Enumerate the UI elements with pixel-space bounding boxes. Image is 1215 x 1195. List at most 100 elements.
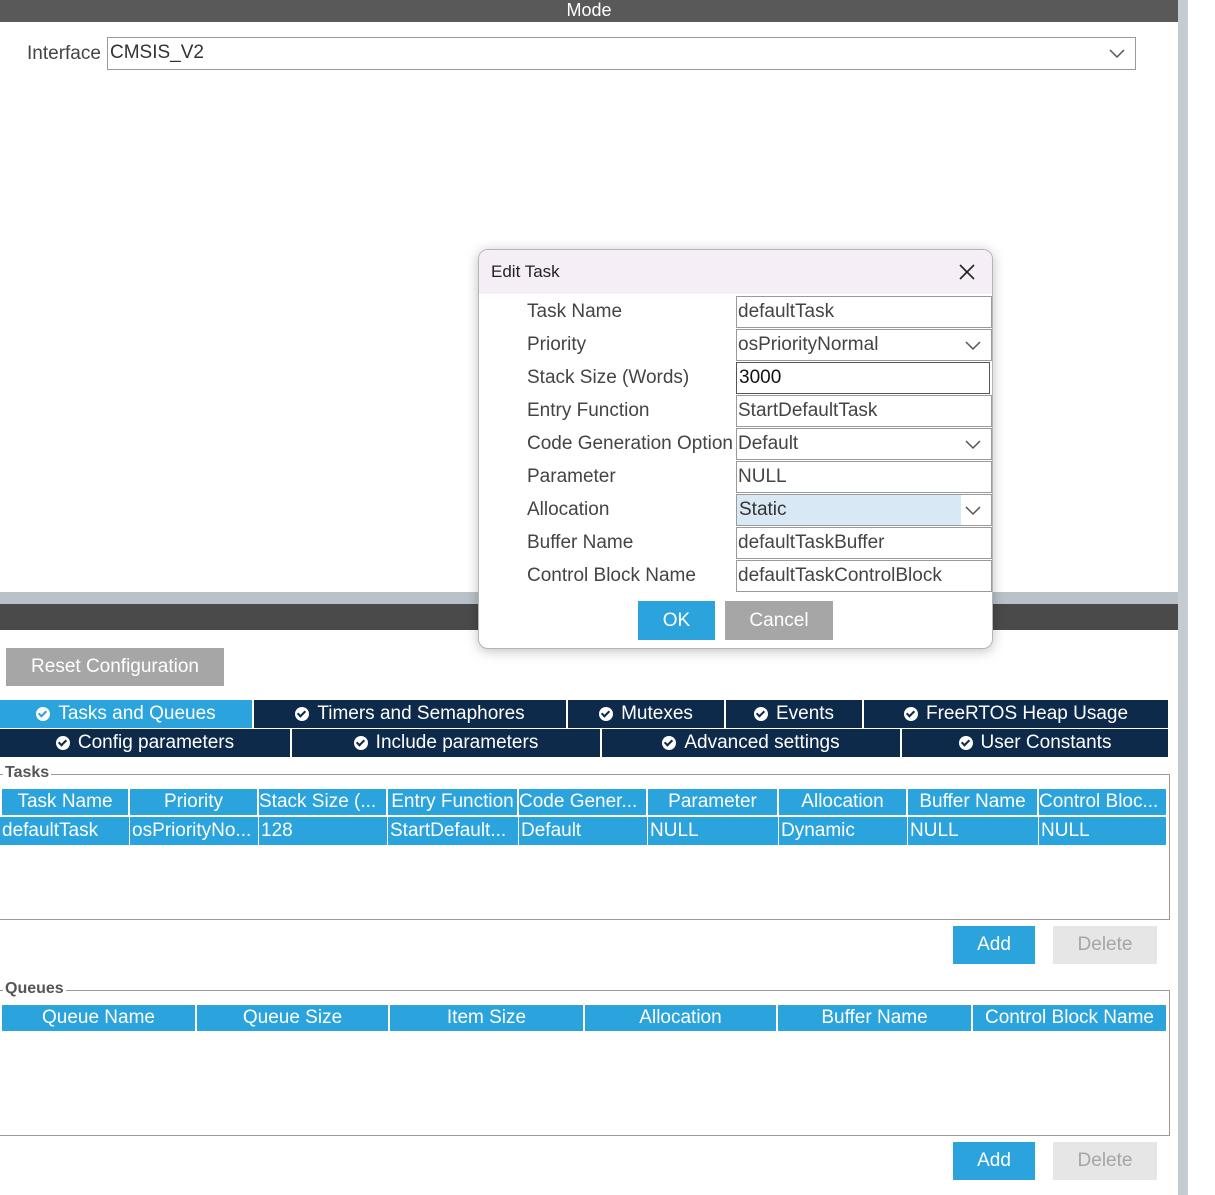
buffer-name-field[interactable]: defaultTaskBuffer — [736, 527, 992, 559]
entry-function-field[interactable]: StartDefaultTask — [736, 395, 992, 427]
parameter-label: Parameter — [527, 466, 616, 487]
tab-events[interactable]: Events — [726, 700, 864, 728]
entry-function-label: Entry Function — [527, 400, 650, 421]
chevron-down-icon — [965, 440, 981, 450]
queues-table-header: Queue Name Queue Size Item Size Allocati… — [2, 1005, 1166, 1031]
close-icon[interactable] — [959, 264, 975, 280]
stack-size-label: Stack Size (Words) — [527, 367, 690, 388]
tab-label: Timers and Semaphores — [317, 703, 525, 724]
tab-label: Advanced settings — [684, 732, 840, 753]
stack-size-field[interactable]: 3000 — [736, 362, 990, 394]
column-header[interactable]: Entry Function — [388, 789, 519, 815]
tab-label: Tasks and Queues — [58, 703, 216, 724]
column-header[interactable]: Queue Size — [197, 1005, 390, 1031]
tab-row-1: Tasks and Queues Timers and Semaphores M… — [0, 700, 1170, 728]
column-header[interactable]: Control Bloc... — [1039, 789, 1166, 815]
table-cell: StartDefault... — [388, 817, 519, 845]
tab-label: Mutexes — [621, 703, 693, 724]
tasks-table-header: Task Name Priority Stack Size (... Entry… — [2, 789, 1166, 815]
dialog-title: Edit Task — [491, 262, 560, 281]
column-header[interactable]: Allocation — [585, 1005, 778, 1031]
delete-task-button[interactable]: Delete — [1053, 926, 1157, 964]
tab-advanced-settings[interactable]: Advanced settings — [602, 729, 902, 757]
interface-select[interactable]: CMSIS_V2 — [107, 37, 1136, 70]
interface-label: Interface — [27, 43, 101, 64]
table-cell: osPriorityNo... — [130, 817, 259, 845]
code-generation-option-select[interactable]: Default — [736, 428, 992, 460]
table-cell: Dynamic — [779, 817, 908, 845]
table-cell: Default — [519, 817, 648, 845]
chevron-down-icon — [965, 506, 981, 516]
column-header[interactable]: Queue Name — [2, 1005, 197, 1031]
priority-value: osPriorityNormal — [738, 334, 879, 355]
delete-queue-button[interactable]: Delete — [1053, 1142, 1157, 1180]
add-task-button[interactable]: Add — [953, 926, 1035, 964]
control-block-name-field[interactable]: defaultTaskControlBlock — [736, 560, 992, 592]
tab-include-parameters[interactable]: Include parameters — [292, 729, 602, 757]
tab-label: Events — [775, 703, 835, 724]
reset-configuration-button[interactable]: Reset Configuration — [6, 648, 224, 686]
check-circle-icon — [599, 707, 614, 721]
column-header[interactable]: Parameter — [648, 789, 779, 815]
allocation-select[interactable]: Static — [736, 494, 992, 526]
column-header[interactable]: Priority — [130, 789, 259, 815]
interface-value: CMSIS_V2 — [110, 42, 204, 63]
add-queue-button[interactable]: Add — [953, 1142, 1035, 1180]
priority-label: Priority — [527, 334, 587, 355]
table-cell: NULL — [908, 817, 1039, 845]
allocation-label: Allocation — [527, 499, 610, 520]
check-circle-icon — [903, 707, 918, 721]
column-header[interactable]: Task Name — [2, 789, 130, 815]
tab-config-parameters[interactable]: Config parameters — [0, 729, 292, 757]
chevron-down-icon — [965, 341, 981, 351]
cancel-button[interactable]: Cancel — [725, 601, 833, 640]
table-cell: NULL — [648, 817, 779, 845]
tab-freertos-heap-usage[interactable]: FreeRTOS Heap Usage — [864, 700, 1170, 728]
column-header[interactable]: Allocation — [779, 789, 908, 815]
column-header[interactable]: Control Block Name — [973, 1005, 1166, 1031]
ok-button[interactable]: OK — [638, 601, 715, 640]
table-cell: defaultTask — [0, 817, 130, 845]
check-circle-icon — [753, 707, 768, 721]
control-block-name-label: Control Block Name — [527, 565, 696, 586]
table-row[interactable]: defaultTask osPriorityNo... 128 StartDef… — [0, 817, 1166, 845]
tasks-group-label: Tasks — [3, 764, 52, 782]
parameter-field[interactable]: NULL — [736, 461, 992, 493]
table-cell: NULL — [1039, 817, 1166, 845]
column-header[interactable]: Code Gener... — [519, 789, 648, 815]
scrollbar-track[interactable] — [1178, 0, 1188, 1195]
column-header[interactable]: Stack Size (... — [259, 789, 388, 815]
tab-label: User Constants — [980, 732, 1112, 753]
tab-row-2: Config parameters Include parameters Adv… — [0, 729, 1170, 757]
queues-group-label: Queues — [3, 980, 66, 998]
chevron-down-icon — [1109, 49, 1125, 59]
mode-header: Mode — [0, 0, 1178, 22]
check-circle-icon — [958, 736, 973, 750]
tab-user-constants[interactable]: User Constants — [902, 729, 1170, 757]
task-name-field[interactable]: defaultTask — [736, 296, 992, 328]
table-cell: 128 — [259, 817, 388, 845]
tab-mutexes[interactable]: Mutexes — [568, 700, 726, 728]
priority-select[interactable]: osPriorityNormal — [736, 329, 992, 361]
buffer-name-label: Buffer Name — [527, 532, 634, 553]
tab-label: FreeRTOS Heap Usage — [925, 703, 1129, 724]
column-header[interactable]: Buffer Name — [908, 789, 1039, 815]
tab-label: Include parameters — [375, 732, 539, 753]
column-header[interactable]: Item Size — [390, 1005, 585, 1031]
check-circle-icon — [55, 736, 70, 750]
tab-label: Config parameters — [77, 732, 235, 753]
check-circle-icon — [36, 707, 51, 721]
allocation-value: Static — [739, 499, 787, 520]
code-generation-option-label: Code Generation Option — [527, 433, 733, 454]
check-circle-icon — [662, 736, 677, 750]
check-circle-icon — [295, 707, 310, 721]
column-header[interactable]: Buffer Name — [778, 1005, 973, 1031]
edit-task-dialog: Edit Task Task Name defaultTask Priority… — [478, 249, 993, 649]
right-margin — [1188, 0, 1215, 1195]
tab-timers-and-semaphores[interactable]: Timers and Semaphores — [254, 700, 568, 728]
tab-tasks-and-queues[interactable]: Tasks and Queues — [0, 700, 254, 728]
code-generation-option-value: Default — [738, 433, 799, 454]
check-circle-icon — [353, 736, 368, 750]
task-name-label: Task Name — [527, 301, 623, 322]
dialog-titlebar[interactable]: Edit Task — [479, 250, 992, 294]
